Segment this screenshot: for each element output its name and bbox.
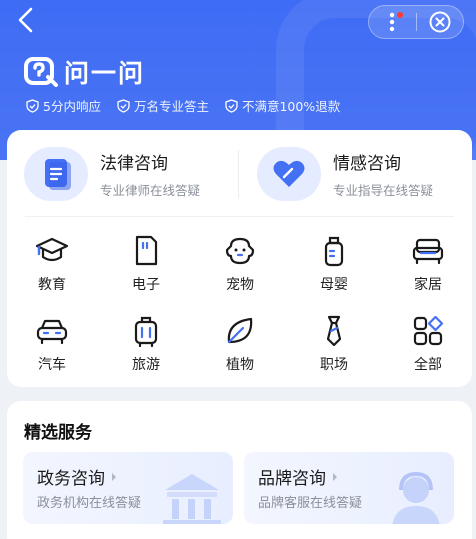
- service-title: 品牌咨询: [258, 464, 338, 489]
- shield-check-icon: [117, 98, 130, 113]
- top-service-subtitle: 专业指导在线答疑: [333, 183, 434, 198]
- feature-item: 不满意100%退款: [225, 96, 340, 115]
- category-workplace[interactable]: 职场: [304, 314, 364, 374]
- more-dots-icon: [390, 12, 395, 32]
- category-label: 教育: [38, 277, 66, 293]
- question-bubble-icon: [24, 57, 58, 87]
- category-label: 电子: [132, 277, 160, 293]
- more-button[interactable]: [369, 6, 416, 38]
- category-label: 汽车: [38, 357, 66, 373]
- top-service-text: 法律咨询 专业律师在线答疑: [100, 149, 200, 199]
- back-button[interactable]: [12, 6, 40, 34]
- feature-list: 5分内响应 万名专业答主 不满意100%退款: [26, 96, 340, 115]
- top-service-icon-wrap: [24, 147, 88, 201]
- luggage-icon: [134, 316, 158, 348]
- horizontal-divider: [25, 216, 454, 217]
- service-subtitle: 政务机构在线答疑: [37, 496, 142, 511]
- caret-right-icon: [333, 472, 337, 481]
- shield-check-icon: [26, 98, 39, 113]
- category-electronics[interactable]: 电子: [116, 234, 176, 294]
- category-home[interactable]: 家居: [398, 234, 458, 294]
- mini-program-capsule: [368, 5, 464, 39]
- category-pets[interactable]: 宠物: [210, 234, 270, 294]
- document-icon: [45, 159, 71, 190]
- government-building-icon: [163, 474, 221, 524]
- customer-service-icon: [392, 471, 440, 524]
- category-label: 职场: [320, 357, 348, 373]
- top-service-title: 情感咨询: [333, 154, 401, 174]
- category-maternal-baby[interactable]: 母婴: [304, 234, 364, 294]
- service-title-text: 品牌咨询: [258, 469, 326, 489]
- pet-icon: [225, 237, 255, 265]
- section-title: 精选服务: [24, 423, 92, 443]
- service-subtitle: 品牌客服在线答疑: [258, 496, 363, 511]
- emotion-consult-button[interactable]: 情感咨询 专业指导在线答疑: [257, 146, 433, 202]
- top-service-title: 法律咨询: [100, 154, 168, 174]
- chevron-left-icon: [18, 7, 33, 33]
- shield-check-icon: [225, 98, 238, 113]
- category-label: 植物: [226, 357, 254, 373]
- close-circle-icon: [429, 11, 451, 33]
- top-service-subtitle: 专业律师在线答疑: [100, 183, 201, 198]
- feature-label: 不满意100%退款: [241, 99, 341, 114]
- car-icon: [36, 319, 68, 345]
- category-label: 全部: [414, 357, 442, 373]
- graduation-cap-icon: [35, 237, 69, 262]
- category-education[interactable]: 教育: [22, 234, 82, 294]
- category-cars[interactable]: 汽车: [22, 314, 82, 374]
- vertical-divider: [238, 150, 239, 198]
- category-label: 母婴: [320, 277, 348, 293]
- baby-bottle-icon: [324, 236, 344, 267]
- caret-right-icon: [112, 472, 116, 481]
- category-label: 家居: [414, 277, 442, 293]
- service-title-text: 政务咨询: [37, 469, 105, 489]
- brand-consult-button[interactable]: 品牌咨询 品牌客服在线答疑: [244, 452, 454, 524]
- feature-item: 万名专业答主: [117, 96, 209, 115]
- top-service-icon-wrap: [257, 147, 321, 201]
- logo-text: 问一问: [64, 59, 146, 88]
- featured-services-card: 精选服务 政务咨询 政务机构在线答疑 品牌咨询 品牌客服在线答疑: [7, 401, 472, 539]
- leaf-icon: [227, 317, 253, 344]
- category-all[interactable]: 全部: [398, 314, 458, 374]
- close-button[interactable]: [416, 6, 463, 38]
- categories-card: 法律咨询 专业律师在线答疑 情感咨询 专业指导在线答疑 教育 电子 宠物 母婴 …: [7, 130, 472, 387]
- heart-icon: [273, 160, 305, 187]
- legal-consult-button[interactable]: 法律咨询 专业律师在线答疑: [24, 146, 200, 202]
- category-plants[interactable]: 植物: [210, 314, 270, 374]
- feature-label: 5分内响应: [43, 99, 101, 114]
- notification-dot: [397, 12, 403, 18]
- service-title: 政务咨询: [37, 464, 117, 489]
- feature-label: 万名专业答主: [133, 99, 209, 114]
- app-logo: 问一问: [24, 56, 145, 88]
- category-travel[interactable]: 旅游: [116, 314, 176, 374]
- sofa-icon: [412, 238, 444, 265]
- category-label: 宠物: [226, 277, 254, 293]
- grid-icon: [413, 315, 444, 346]
- sim-card-icon: [135, 235, 158, 266]
- government-consult-button[interactable]: 政务咨询 政务机构在线答疑: [23, 452, 233, 524]
- top-service-text: 情感咨询 专业指导在线答疑: [333, 149, 433, 199]
- category-label: 旅游: [132, 357, 160, 373]
- feature-item: 5分内响应: [26, 96, 101, 115]
- tie-icon: [326, 315, 342, 347]
